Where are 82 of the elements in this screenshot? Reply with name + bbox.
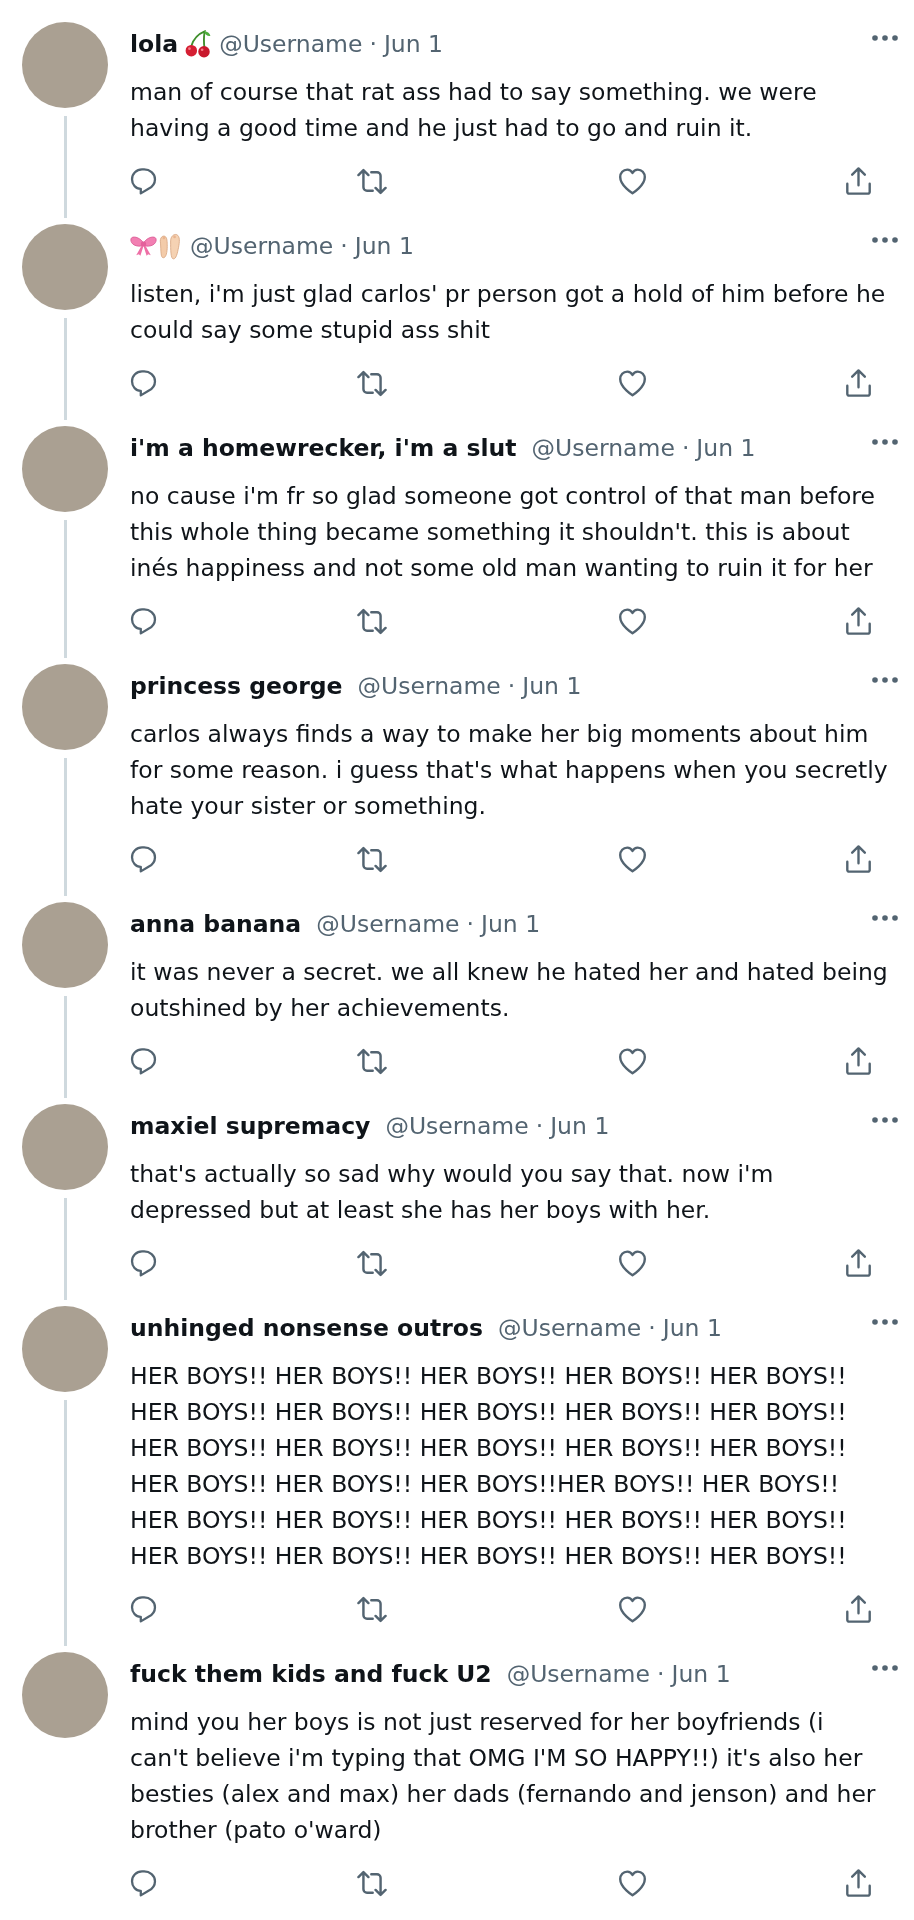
heart-icon[interactable]: [619, 607, 646, 635]
separator-dot: ·: [656, 1659, 665, 1689]
user-handle[interactable]: @Username: [219, 29, 363, 59]
separator-dot: ·: [369, 29, 377, 59]
reply-icon[interactable]: [130, 607, 157, 635]
reply-icon[interactable]: [130, 1047, 157, 1075]
user-handle[interactable]: @Username: [497, 1313, 642, 1343]
retweet-icon[interactable]: [357, 1047, 387, 1075]
separator-dot: ·: [648, 1313, 656, 1343]
share-icon[interactable]: [845, 845, 872, 873]
reply-icon[interactable]: [130, 167, 157, 195]
display-name[interactable]: fuck them kids and fuck U2: [130, 1659, 492, 1689]
retweet-icon[interactable]: [357, 1869, 387, 1897]
separator-dot: ·: [681, 433, 690, 463]
share-icon[interactable]: [845, 1249, 872, 1277]
share-icon[interactable]: [845, 1595, 872, 1623]
tweet-text: it was never a secret. we all knew he hated her and hated being outshined by her achievements.: [130, 957, 888, 1024]
tweet-date[interactable]: Jun 1: [354, 231, 414, 261]
separator-dot: ·: [466, 909, 474, 939]
user-handle[interactable]: @Username: [385, 1111, 529, 1141]
tweet-text: mind you her boys is not just reserved for her boyfriends (i can't believe i'm typing that OMG I'M SO HAPPY!!) it's also her besties (alex and max) her dads (fernando and jenson) and her brother (pato o'ward): [130, 1707, 877, 1846]
retweet-icon[interactable]: [357, 1249, 387, 1277]
tweet-date[interactable]: Jun 1: [671, 1659, 731, 1689]
user-handle[interactable]: @Username: [357, 671, 501, 701]
heart-icon[interactable]: [619, 369, 646, 397]
bow-icon: [130, 235, 157, 257]
tweet-date[interactable]: Jun 1: [522, 671, 582, 701]
feet-icon: [157, 232, 182, 260]
display-name[interactable]: princess george: [130, 671, 343, 701]
user-handle[interactable]: @Username: [506, 1659, 650, 1689]
share-icon[interactable]: [845, 369, 872, 397]
heart-icon[interactable]: [619, 1249, 646, 1277]
retweet-icon[interactable]: [357, 369, 387, 397]
more-icon[interactable]: [872, 1117, 898, 1123]
retweet-icon[interactable]: [357, 607, 387, 635]
tweet-date[interactable]: Jun 1: [696, 433, 756, 463]
reply-icon[interactable]: [130, 369, 157, 397]
more-icon[interactable]: [872, 1665, 898, 1671]
heart-icon[interactable]: [619, 1595, 646, 1623]
tweet-text: listen, i'm just glad carlos' pr person got a hold of him before he could say some stupid ass shit: [130, 279, 887, 346]
heart-icon[interactable]: [619, 167, 646, 195]
share-icon[interactable]: [845, 1869, 872, 1897]
separator-dot: ·: [507, 671, 516, 701]
display-name[interactable]: i'm a homewrecker, i'm a slut: [130, 433, 517, 463]
separator-dot: ·: [340, 231, 348, 261]
cherry-icon: [185, 30, 212, 58]
retweet-icon[interactable]: [357, 167, 387, 195]
reply-icon[interactable]: [130, 845, 157, 873]
share-icon[interactable]: [845, 167, 872, 195]
user-handle[interactable]: @Username: [316, 909, 460, 939]
display-name[interactable]: anna banana: [130, 909, 302, 939]
share-icon[interactable]: [845, 1047, 872, 1075]
display-name[interactable]: unhinged nonsense outros: [130, 1313, 483, 1343]
more-icon[interactable]: [872, 237, 898, 243]
tweet-date[interactable]: Jun 1: [481, 909, 541, 939]
more-icon[interactable]: [872, 1319, 898, 1325]
tweet-date[interactable]: Jun 1: [662, 1313, 722, 1343]
display-name[interactable]: maxiel supremacy: [130, 1111, 371, 1141]
tweet-text: that's actually so sad why would you say that. now i'm depressed but at least she has her boys with her.: [130, 1159, 775, 1226]
tweet-date[interactable]: Jun 1: [550, 1111, 610, 1141]
tweet-text: man of course that rat ass had to say something. we were having a good time and he just had to go and ruin it.: [130, 77, 818, 144]
tweet-text: HER BOYS!! HER BOYS!! HER BOYS!! HER BOYS!! HER BOYS!! HER BOYS!! HER BOYS!! HER BOYS!! HER BOYS!! HER BOYS!! HER BOYS!! HER BOYS!! HER BOYS!! HER BOYS!! HER BOYS!! HER BOYS!! HER BOYS!! HER BOYS!!HER BOYS!! HER BOYS!! HER BOYS!! HER BOYS!! HER BOYS!! HER BOYS!! HER BOYS!! HER BOYS!! HER BOYS!! HER BOYS!! HER BOYS!! HER BOYS!!: [130, 1361, 848, 1572]
reply-icon[interactable]: [130, 1595, 157, 1623]
tweet-date[interactable]: Jun 1: [383, 29, 444, 59]
tweet-text: carlos always finds a way to make her big moments about him for some reason. i guess that's what happens when you secretly hate your sister or something.: [130, 719, 888, 822]
heart-icon[interactable]: [619, 1869, 646, 1897]
more-icon[interactable]: [872, 35, 898, 41]
share-icon[interactable]: [845, 607, 872, 635]
user-handle[interactable]: @Username: [190, 231, 334, 261]
more-icon[interactable]: [872, 915, 898, 921]
reply-icon[interactable]: [130, 1869, 157, 1897]
retweet-icon[interactable]: [357, 845, 387, 873]
more-icon[interactable]: [872, 677, 898, 683]
reply-icon[interactable]: [130, 1249, 157, 1277]
separator-dot: ·: [535, 1111, 544, 1141]
heart-icon[interactable]: [619, 1047, 646, 1075]
heart-icon[interactable]: [619, 845, 646, 873]
display-name[interactable]: lola: [130, 29, 179, 59]
retweet-icon[interactable]: [357, 1595, 387, 1623]
tweet-text: no cause i'm fr so glad someone got control of that man before this whole thing became something it shouldn't. this is about inés happiness and not some old man wanting to ruin it for her: [130, 481, 876, 584]
more-icon[interactable]: [872, 439, 898, 445]
user-handle[interactable]: @Username: [531, 433, 675, 463]
